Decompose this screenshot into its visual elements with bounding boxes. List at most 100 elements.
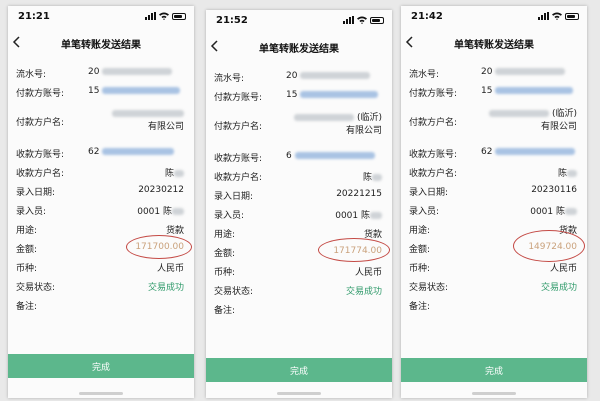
status-bar: 21:21 bbox=[8, 6, 194, 28]
payee-account-label: 收款方账号: bbox=[214, 154, 263, 164]
payer-name-line2: 有限公司 bbox=[540, 122, 577, 132]
entry-user-label: 录入员: bbox=[214, 211, 245, 221]
entry-user-row: 录入员: 0001 陈 bbox=[401, 201, 587, 220]
payer-account-row: 付款方账号: 15 bbox=[206, 87, 392, 106]
home-indicator bbox=[472, 392, 516, 395]
amount-label: 金额: bbox=[16, 245, 38, 255]
payer-name-label: 付款方户名: bbox=[16, 118, 65, 128]
cellular-signal-icon bbox=[538, 12, 549, 20]
entry-user-row: 录入员: 0001 陈 bbox=[206, 205, 392, 224]
payee-account-row: 收款方账号: 6 bbox=[206, 148, 392, 167]
entry-date-value: 20230212 bbox=[138, 185, 184, 195]
currency-row: 币种: 人民币 bbox=[8, 258, 194, 277]
payee-account-label: 收款方账号: bbox=[409, 150, 458, 160]
currency-value: 人民币 bbox=[354, 268, 382, 278]
entry-date-row: 录入日期: 20221215 bbox=[206, 186, 392, 205]
payee-name-row: 收款方户名: 陈 bbox=[206, 167, 392, 186]
battery-icon bbox=[172, 12, 186, 20]
status-value: 交易成功 bbox=[345, 287, 382, 297]
payer-account-label: 付款方账号: bbox=[409, 89, 458, 99]
transfer-result-screen-1: 21:21 单笔转账发送结果 流水号: 20 付款方账号: 15 付款方户名: … bbox=[8, 6, 194, 398]
status-time: 21:42 bbox=[411, 11, 443, 22]
status-label: 交易状态: bbox=[16, 283, 56, 293]
payee-account-value: 6 bbox=[286, 151, 292, 161]
entry-date-value: 20221215 bbox=[336, 189, 382, 199]
nav-bar: 单笔转账发送结果 bbox=[206, 38, 392, 58]
serial-row: 流水号: 20 bbox=[401, 64, 587, 83]
payer-account-value: 15 bbox=[286, 90, 298, 100]
purpose-label: 用途: bbox=[214, 230, 236, 240]
remark-row: 备注: bbox=[401, 296, 587, 315]
currency-value: 人民币 bbox=[549, 264, 577, 274]
payee-account-label: 收款方账号: bbox=[16, 150, 65, 160]
status-bar: 21:42 bbox=[401, 6, 587, 28]
remark-label: 备注: bbox=[16, 302, 38, 312]
payee-name-value: 陈 bbox=[362, 173, 372, 183]
amount-row: 金额: 171700.00 bbox=[8, 235, 194, 259]
entry-date-label: 录入日期: bbox=[409, 188, 449, 198]
payee-name-value: 陈 bbox=[557, 169, 567, 179]
entry-user-label: 录入员: bbox=[16, 207, 47, 217]
status-bar: 21:52 bbox=[206, 10, 392, 32]
nav-bar: 单笔转账发送结果 bbox=[401, 34, 587, 54]
entry-user-value: 0001 陈 bbox=[335, 211, 370, 221]
currency-label: 币种: bbox=[214, 268, 236, 278]
home-indicator bbox=[79, 392, 123, 395]
payee-name-row: 收款方户名: 陈 bbox=[8, 163, 194, 182]
entry-date-label: 录入日期: bbox=[16, 188, 56, 198]
payer-name-line1: (临沂) bbox=[356, 113, 382, 123]
payer-account-row: 付款方账号: 15 bbox=[401, 83, 587, 102]
serial-value: 20 bbox=[88, 67, 100, 77]
amount-label: 金额: bbox=[214, 249, 236, 259]
status-row: 交易状态: 交易成功 bbox=[8, 277, 194, 296]
done-button[interactable]: 完成 bbox=[206, 358, 392, 382]
payer-name-row: 付款方户名: 有限公司 bbox=[8, 102, 194, 144]
status-time: 21:52 bbox=[216, 15, 248, 26]
done-button[interactable]: 完成 bbox=[401, 358, 587, 382]
status-label: 交易状态: bbox=[409, 283, 449, 293]
purpose-label: 用途: bbox=[16, 226, 38, 236]
status-value: 交易成功 bbox=[147, 283, 184, 293]
serial-label: 流水号: bbox=[214, 74, 245, 84]
page-title: 单笔转账发送结果 bbox=[61, 40, 141, 51]
payee-name-label: 收款方户名: bbox=[214, 173, 263, 183]
wifi-icon bbox=[357, 16, 367, 24]
nav-bar: 单笔转账发送结果 bbox=[8, 34, 194, 54]
currency-label: 币种: bbox=[16, 264, 38, 274]
home-indicator bbox=[277, 392, 321, 395]
payer-account-label: 付款方账号: bbox=[214, 93, 263, 103]
status-row: 交易状态: 交易成功 bbox=[206, 281, 392, 300]
payee-name-label: 收款方户名: bbox=[16, 169, 65, 179]
transfer-result-screen-2: 21:52 单笔转账发送结果 流水号: 20 付款方账号: 15 付款方户名: … bbox=[206, 10, 392, 398]
battery-icon bbox=[370, 16, 384, 24]
remark-row: 备注: bbox=[206, 300, 392, 319]
payer-name-label: 付款方户名: bbox=[214, 122, 263, 132]
purpose-label: 用途: bbox=[409, 226, 431, 236]
done-button[interactable]: 完成 bbox=[8, 354, 194, 378]
amount-row: 金额: 149724.00 bbox=[401, 230, 587, 262]
entry-date-row: 录入日期: 20230116 bbox=[401, 182, 587, 201]
serial-label: 流水号: bbox=[409, 70, 440, 80]
payer-account-value: 15 bbox=[481, 86, 493, 96]
entry-date-value: 20230116 bbox=[531, 185, 577, 195]
payer-account-row: 付款方账号: 15 bbox=[8, 83, 194, 102]
amount-highlight-circle bbox=[126, 235, 192, 259]
status-label: 交易状态: bbox=[214, 287, 254, 297]
remark-row: 备注: bbox=[8, 296, 194, 315]
remark-label: 备注: bbox=[214, 306, 236, 316]
battery-icon bbox=[565, 12, 579, 20]
entry-user-row: 录入员: 0001 陈 bbox=[8, 201, 194, 220]
amount-highlight-circle bbox=[318, 238, 390, 262]
status-value: 交易成功 bbox=[540, 283, 577, 293]
transfer-result-screen-3: 21:42 单笔转账发送结果 流水号: 20 付款方账号: 15 付款方户名: … bbox=[401, 6, 587, 398]
payee-account-row: 收款方账号: 62 bbox=[8, 144, 194, 163]
payee-name-label: 收款方户名: bbox=[409, 169, 458, 179]
page-title: 单笔转账发送结果 bbox=[259, 44, 339, 55]
payee-account-value: 62 bbox=[88, 147, 100, 157]
currency-row: 币种: 人民币 bbox=[401, 258, 587, 277]
payer-account-label: 付款方账号: bbox=[16, 89, 65, 99]
serial-label: 流水号: bbox=[16, 70, 47, 80]
payee-account-row: 收款方账号: 62 bbox=[401, 144, 587, 163]
entry-date-label: 录入日期: bbox=[214, 192, 254, 202]
remark-label: 备注: bbox=[409, 302, 431, 312]
